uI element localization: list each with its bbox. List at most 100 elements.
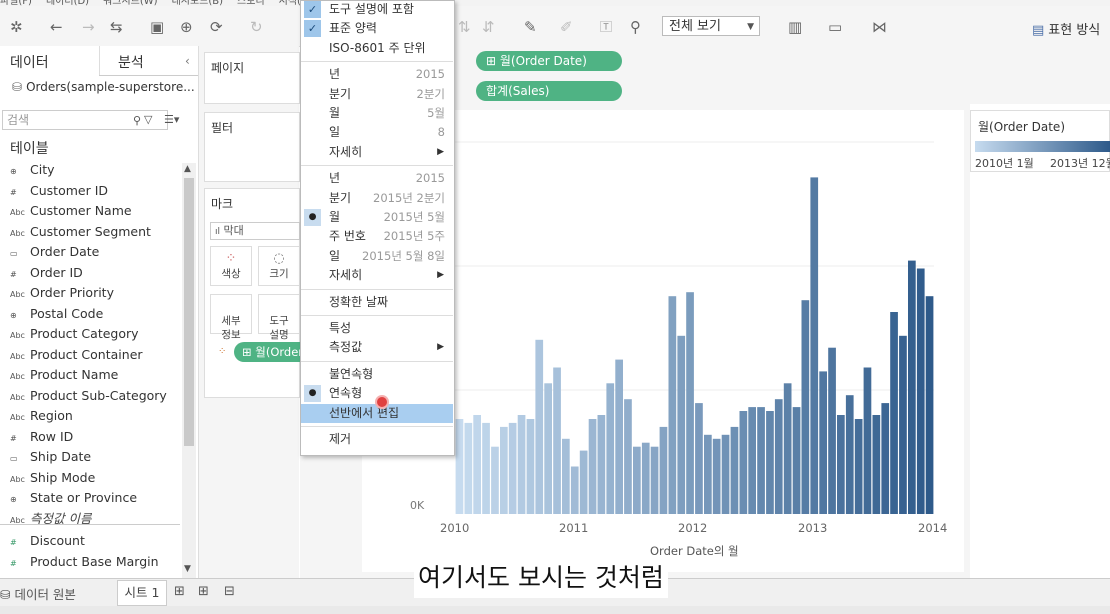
menu-item[interactable]: 월 5월 bbox=[301, 104, 453, 123]
bar[interactable] bbox=[757, 407, 765, 514]
redo-icon[interactable]: → bbox=[82, 19, 95, 35]
save-icon[interactable]: ▣ bbox=[150, 19, 164, 35]
bar[interactable] bbox=[526, 419, 535, 514]
mark-type-select[interactable]: ıl 막대 bbox=[210, 222, 300, 240]
field-item[interactable]: # Discount bbox=[0, 531, 180, 551]
field-item[interactable]: # Row ID bbox=[0, 427, 180, 447]
bar[interactable] bbox=[925, 296, 934, 514]
bar[interactable] bbox=[899, 335, 907, 514]
menu-item[interactable]: 특성 bbox=[301, 319, 453, 338]
datasource-item[interactable]: ⛁ Orders(sample-superstore... bbox=[12, 80, 195, 94]
auto-update-icon[interactable]: ↻ bbox=[250, 19, 263, 35]
menu-item[interactable]: 일8 bbox=[301, 123, 453, 142]
color-button[interactable]: ⁘ 색상 bbox=[210, 246, 252, 286]
bar[interactable] bbox=[819, 371, 827, 514]
bar[interactable] bbox=[464, 422, 473, 514]
swap-icon[interactable]: ⇆ bbox=[110, 19, 123, 35]
bar[interactable] bbox=[837, 415, 845, 514]
list-view-icon[interactable]: ☰▾ bbox=[164, 113, 179, 126]
bar[interactable] bbox=[668, 296, 677, 514]
field-item[interactable]: Abc Product Container bbox=[0, 345, 180, 365]
bar[interactable] bbox=[863, 367, 872, 515]
field-item[interactable]: Abc Customer Segment bbox=[0, 222, 180, 242]
field-item[interactable]: Abc Product Category bbox=[0, 324, 180, 344]
menu-item[interactable]: ✓ 표준 양력 bbox=[301, 19, 453, 38]
bar[interactable] bbox=[641, 442, 650, 514]
bar[interactable] bbox=[570, 466, 579, 515]
bar[interactable] bbox=[677, 335, 686, 514]
bar[interactable] bbox=[579, 450, 588, 514]
scroll-up-icon[interactable]: ▲ bbox=[184, 164, 191, 174]
bar[interactable] bbox=[517, 415, 526, 514]
bar[interactable] bbox=[508, 422, 517, 514]
refresh-icon[interactable]: ⟳ bbox=[210, 19, 223, 35]
detail-button[interactable]: 세부 정보 bbox=[210, 294, 252, 341]
field-item[interactable]: Abc Product Name bbox=[0, 365, 180, 385]
bar[interactable] bbox=[615, 359, 623, 514]
bar[interactable] bbox=[792, 407, 801, 514]
field-item[interactable]: ⊕ Postal Code bbox=[0, 304, 180, 324]
bar[interactable] bbox=[916, 268, 925, 515]
field-item[interactable]: Abc Ship Mode bbox=[0, 468, 180, 488]
field-item[interactable]: Abc Customer Name bbox=[0, 201, 180, 221]
view-size-select[interactable]: 전체 보기 ▼ bbox=[662, 16, 760, 36]
bar[interactable] bbox=[810, 177, 819, 514]
sort-icon[interactable]: ⇅ bbox=[458, 19, 471, 35]
sheet-tab[interactable]: 시트 1 bbox=[117, 580, 167, 606]
bar[interactable] bbox=[845, 395, 854, 514]
new-story-icon[interactable]: ⊟ bbox=[224, 584, 235, 599]
tooltip-button[interactable]: 도구 설명 bbox=[258, 294, 300, 341]
collapse-pane-icon[interactable]: ‹ bbox=[185, 54, 190, 68]
field-item[interactable]: # Order ID bbox=[0, 263, 180, 283]
field-item[interactable]: # Customer ID bbox=[0, 181, 180, 201]
tableau-logo-icon[interactable]: ✲ bbox=[10, 19, 23, 35]
filter-icon[interactable]: ▽ bbox=[144, 113, 152, 126]
presentation-icon[interactable]: ▭ bbox=[828, 19, 842, 35]
bar[interactable] bbox=[482, 422, 490, 514]
bar[interactable] bbox=[473, 415, 481, 514]
share-icon[interactable]: ⋈ bbox=[872, 19, 887, 35]
bar[interactable] bbox=[500, 426, 508, 514]
bar[interactable] bbox=[553, 367, 561, 515]
menu-item[interactable]: 분기 2분기 bbox=[301, 85, 453, 104]
bar[interactable] bbox=[588, 419, 597, 514]
menu-item[interactable]: 년 2015 bbox=[301, 169, 453, 188]
field-item[interactable]: ⊕ City bbox=[0, 160, 180, 180]
pin-icon[interactable]: ⚲ bbox=[630, 19, 641, 35]
bar[interactable] bbox=[908, 260, 916, 514]
bar[interactable] bbox=[455, 419, 464, 514]
bar[interactable] bbox=[748, 407, 756, 514]
bar[interactable] bbox=[801, 300, 810, 514]
field-item[interactable]: Abc 측정값 이름 bbox=[0, 509, 180, 529]
field-item[interactable]: ⊕ State or Province bbox=[0, 488, 180, 508]
bar[interactable] bbox=[828, 347, 836, 514]
menu-item[interactable]: 정확한 날짜 bbox=[301, 293, 453, 312]
new-worksheet-icon[interactable]: ⊞ bbox=[174, 584, 185, 599]
undo-icon[interactable]: ← bbox=[50, 19, 63, 35]
bar[interactable] bbox=[562, 438, 570, 514]
menu-item[interactable]: 자세히 ▶ bbox=[301, 143, 453, 162]
bar[interactable] bbox=[606, 383, 615, 514]
menu-item[interactable]: 제거 bbox=[301, 430, 453, 449]
menu-item[interactable]: 불연속형 bbox=[301, 365, 453, 384]
menu-item[interactable]: 측정값 ▶ bbox=[301, 338, 453, 357]
rows-pill[interactable]: 합계(Sales) bbox=[476, 81, 622, 101]
menu-item[interactable]: ✓ 도구 설명에 포함 bbox=[301, 0, 453, 19]
datasource-tab[interactable]: ⛁ 데이터 원본 bbox=[0, 584, 76, 603]
bar[interactable] bbox=[704, 434, 712, 514]
bar[interactable] bbox=[686, 292, 694, 514]
pages-shelf[interactable]: 페이지 bbox=[204, 52, 300, 104]
field-item[interactable]: ▭ Ship Date bbox=[0, 447, 180, 467]
menu-item[interactable]: 년 2015 bbox=[301, 65, 453, 84]
label-icon[interactable]: 🅃 bbox=[600, 19, 612, 35]
scroll-thumb[interactable] bbox=[184, 178, 194, 446]
scroll-down-icon[interactable]: ▼ bbox=[184, 564, 191, 574]
bar[interactable] bbox=[730, 426, 739, 514]
bar[interactable] bbox=[535, 339, 544, 514]
bar[interactable] bbox=[881, 403, 890, 514]
bar[interactable] bbox=[544, 383, 552, 514]
field-item[interactable]: Abc Order Priority bbox=[0, 283, 180, 303]
bar[interactable] bbox=[624, 399, 632, 514]
columns-pill[interactable]: ⊞ 월(Order Date) bbox=[476, 51, 622, 71]
bar[interactable] bbox=[774, 399, 783, 514]
